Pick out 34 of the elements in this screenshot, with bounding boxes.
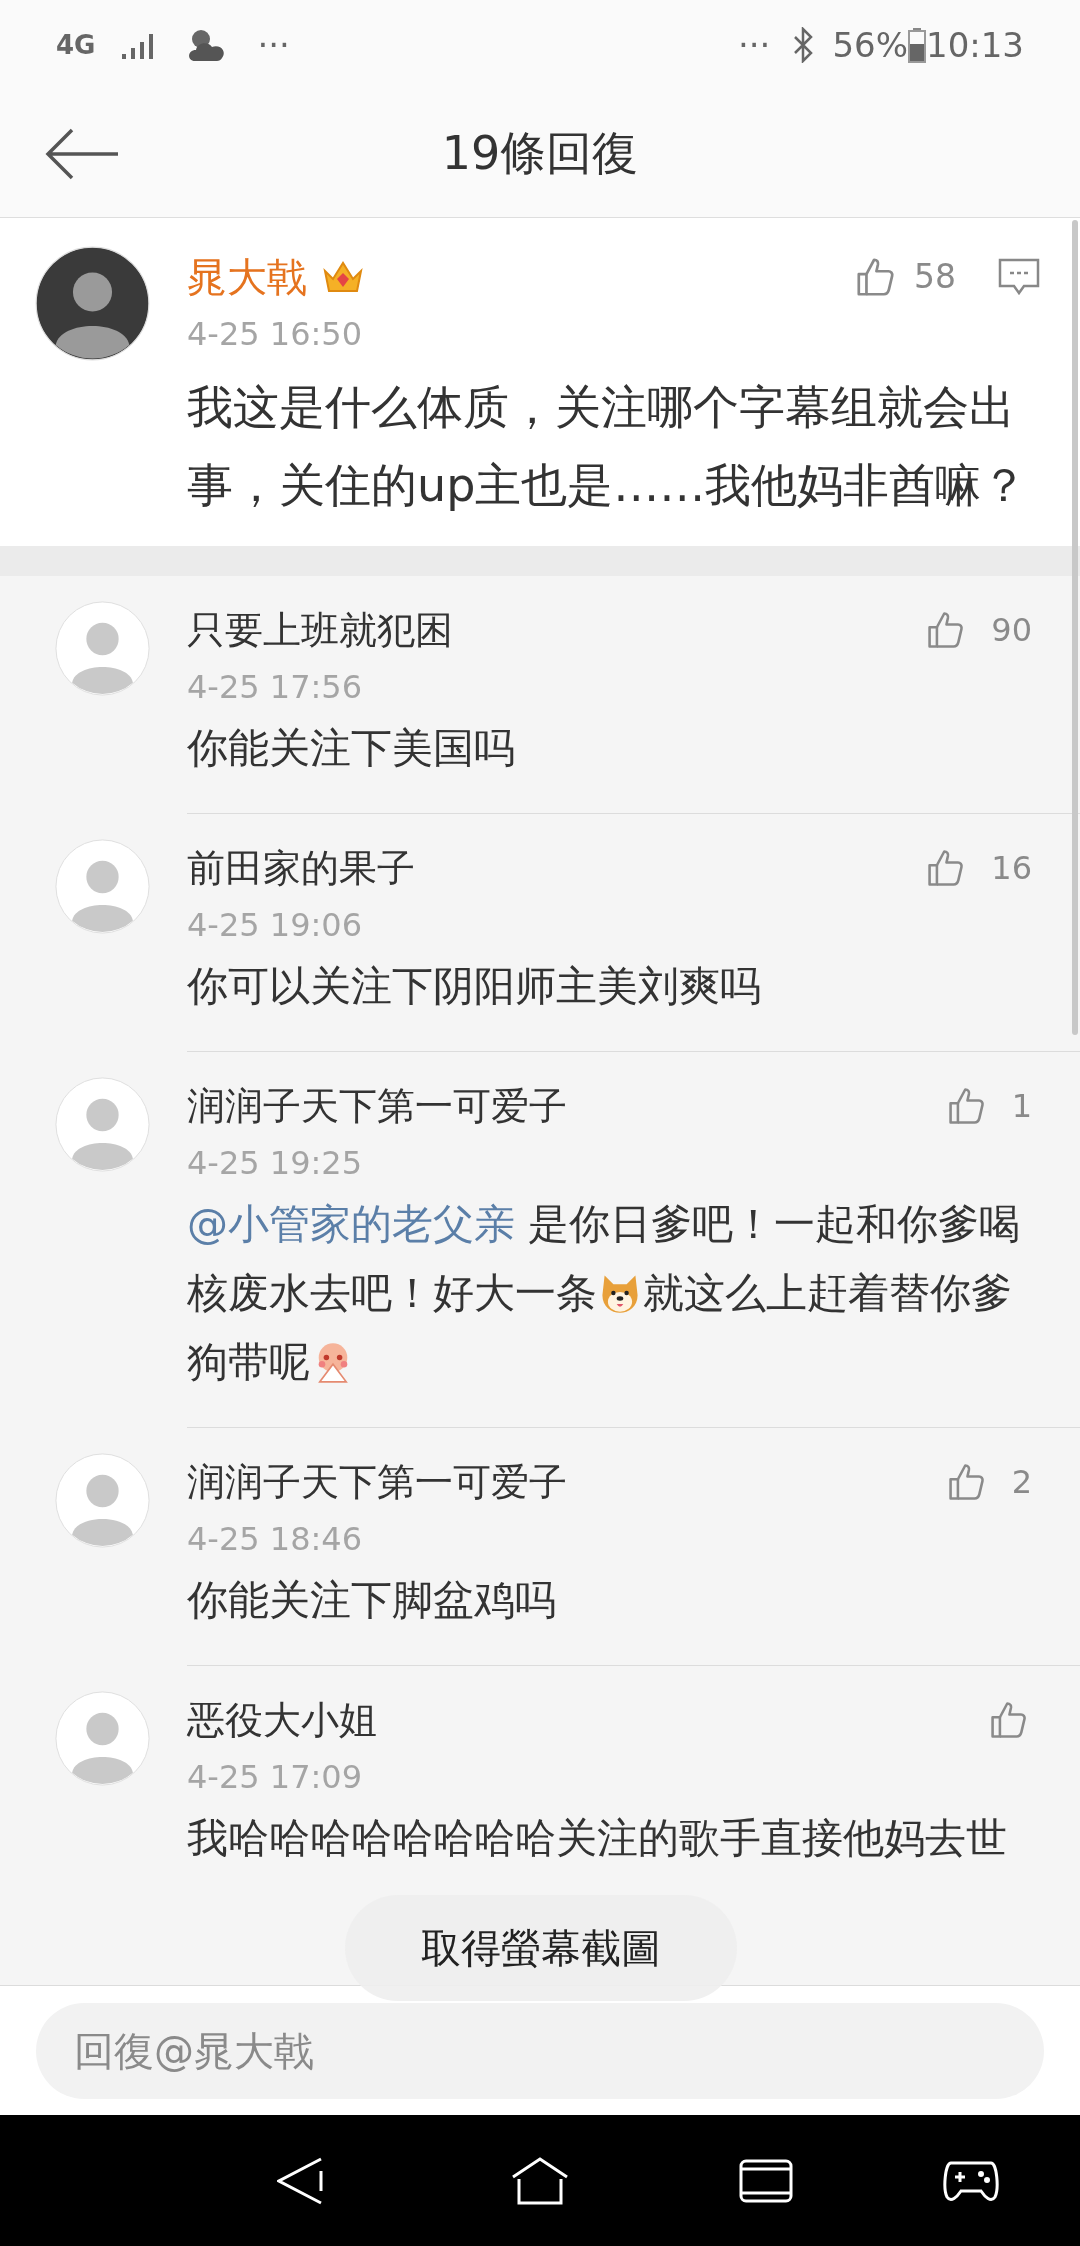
more-indicator: ··· (738, 23, 771, 67)
like-count: 58 (914, 256, 956, 299)
like-count: 16 (991, 848, 1032, 889)
comment-time: 4-25 17:09 (187, 1757, 363, 1798)
like-count: 2 (1011, 1462, 1032, 1503)
reply-field[interactable]: 回復@晁大戟 (36, 2002, 1044, 2099)
page-title: 19條回復 (441, 125, 639, 182)
comment-time: 4-25 19:06 (187, 905, 363, 946)
mention-link[interactable]: @小管家的老父亲 (187, 1200, 515, 1248)
battery-percent: 56% (832, 23, 908, 67)
battery-icon (908, 27, 926, 63)
author-name[interactable]: 前田家的果子 (187, 839, 415, 897)
author-name[interactable]: 润润子天下第一可爱子 (187, 1453, 567, 1511)
comment-time: 4-25 17:56 (187, 667, 363, 708)
network-label: 4G (56, 28, 96, 62)
bluetooth-icon (792, 27, 815, 63)
comment-text: 我这是什么体质，关注哪个字幕组就会出事，关住的up主也是……我他妈非酋嘛？ (187, 379, 1029, 514)
more-indicator: ··· (257, 23, 290, 67)
comment-text: @小管家的老父亲 是你日爹吧！一起和你爹喝核废水去吧！好大一条 就这么上赶着替你爹狗带呢 (187, 1199, 1022, 1388)
comment-text: 你能关注下脚盆鸡吗 (187, 1575, 557, 1626)
comment-text: 我哈哈哈哈哈哈哈哈关注的歌手直接他妈去世 (187, 1813, 1008, 1864)
author-name[interactable]: 恶役大小姐 (187, 1691, 377, 1749)
like-count: 90 (991, 610, 1032, 651)
comment-time: 4-25 19:25 (187, 1143, 363, 1184)
comment-text: 你能关注下美国吗 (187, 723, 516, 774)
comment-icon[interactable] (998, 258, 1040, 296)
clock: 10:13 (926, 23, 1024, 67)
comment-time: 4-25 16:50 (187, 314, 363, 355)
toast: 取得螢幕截圖 (345, 1895, 737, 2001)
author-name[interactable]: 润润子天下第一可爱子 (187, 1077, 567, 1135)
comment-time: 4-25 18:46 (187, 1519, 363, 1560)
comment-text: 你可以关注下阴阳师主美刘爽吗 (187, 961, 762, 1012)
author-name[interactable]: 只要上班就犯困 (187, 601, 453, 659)
like-count: 1 (1011, 1086, 1032, 1127)
